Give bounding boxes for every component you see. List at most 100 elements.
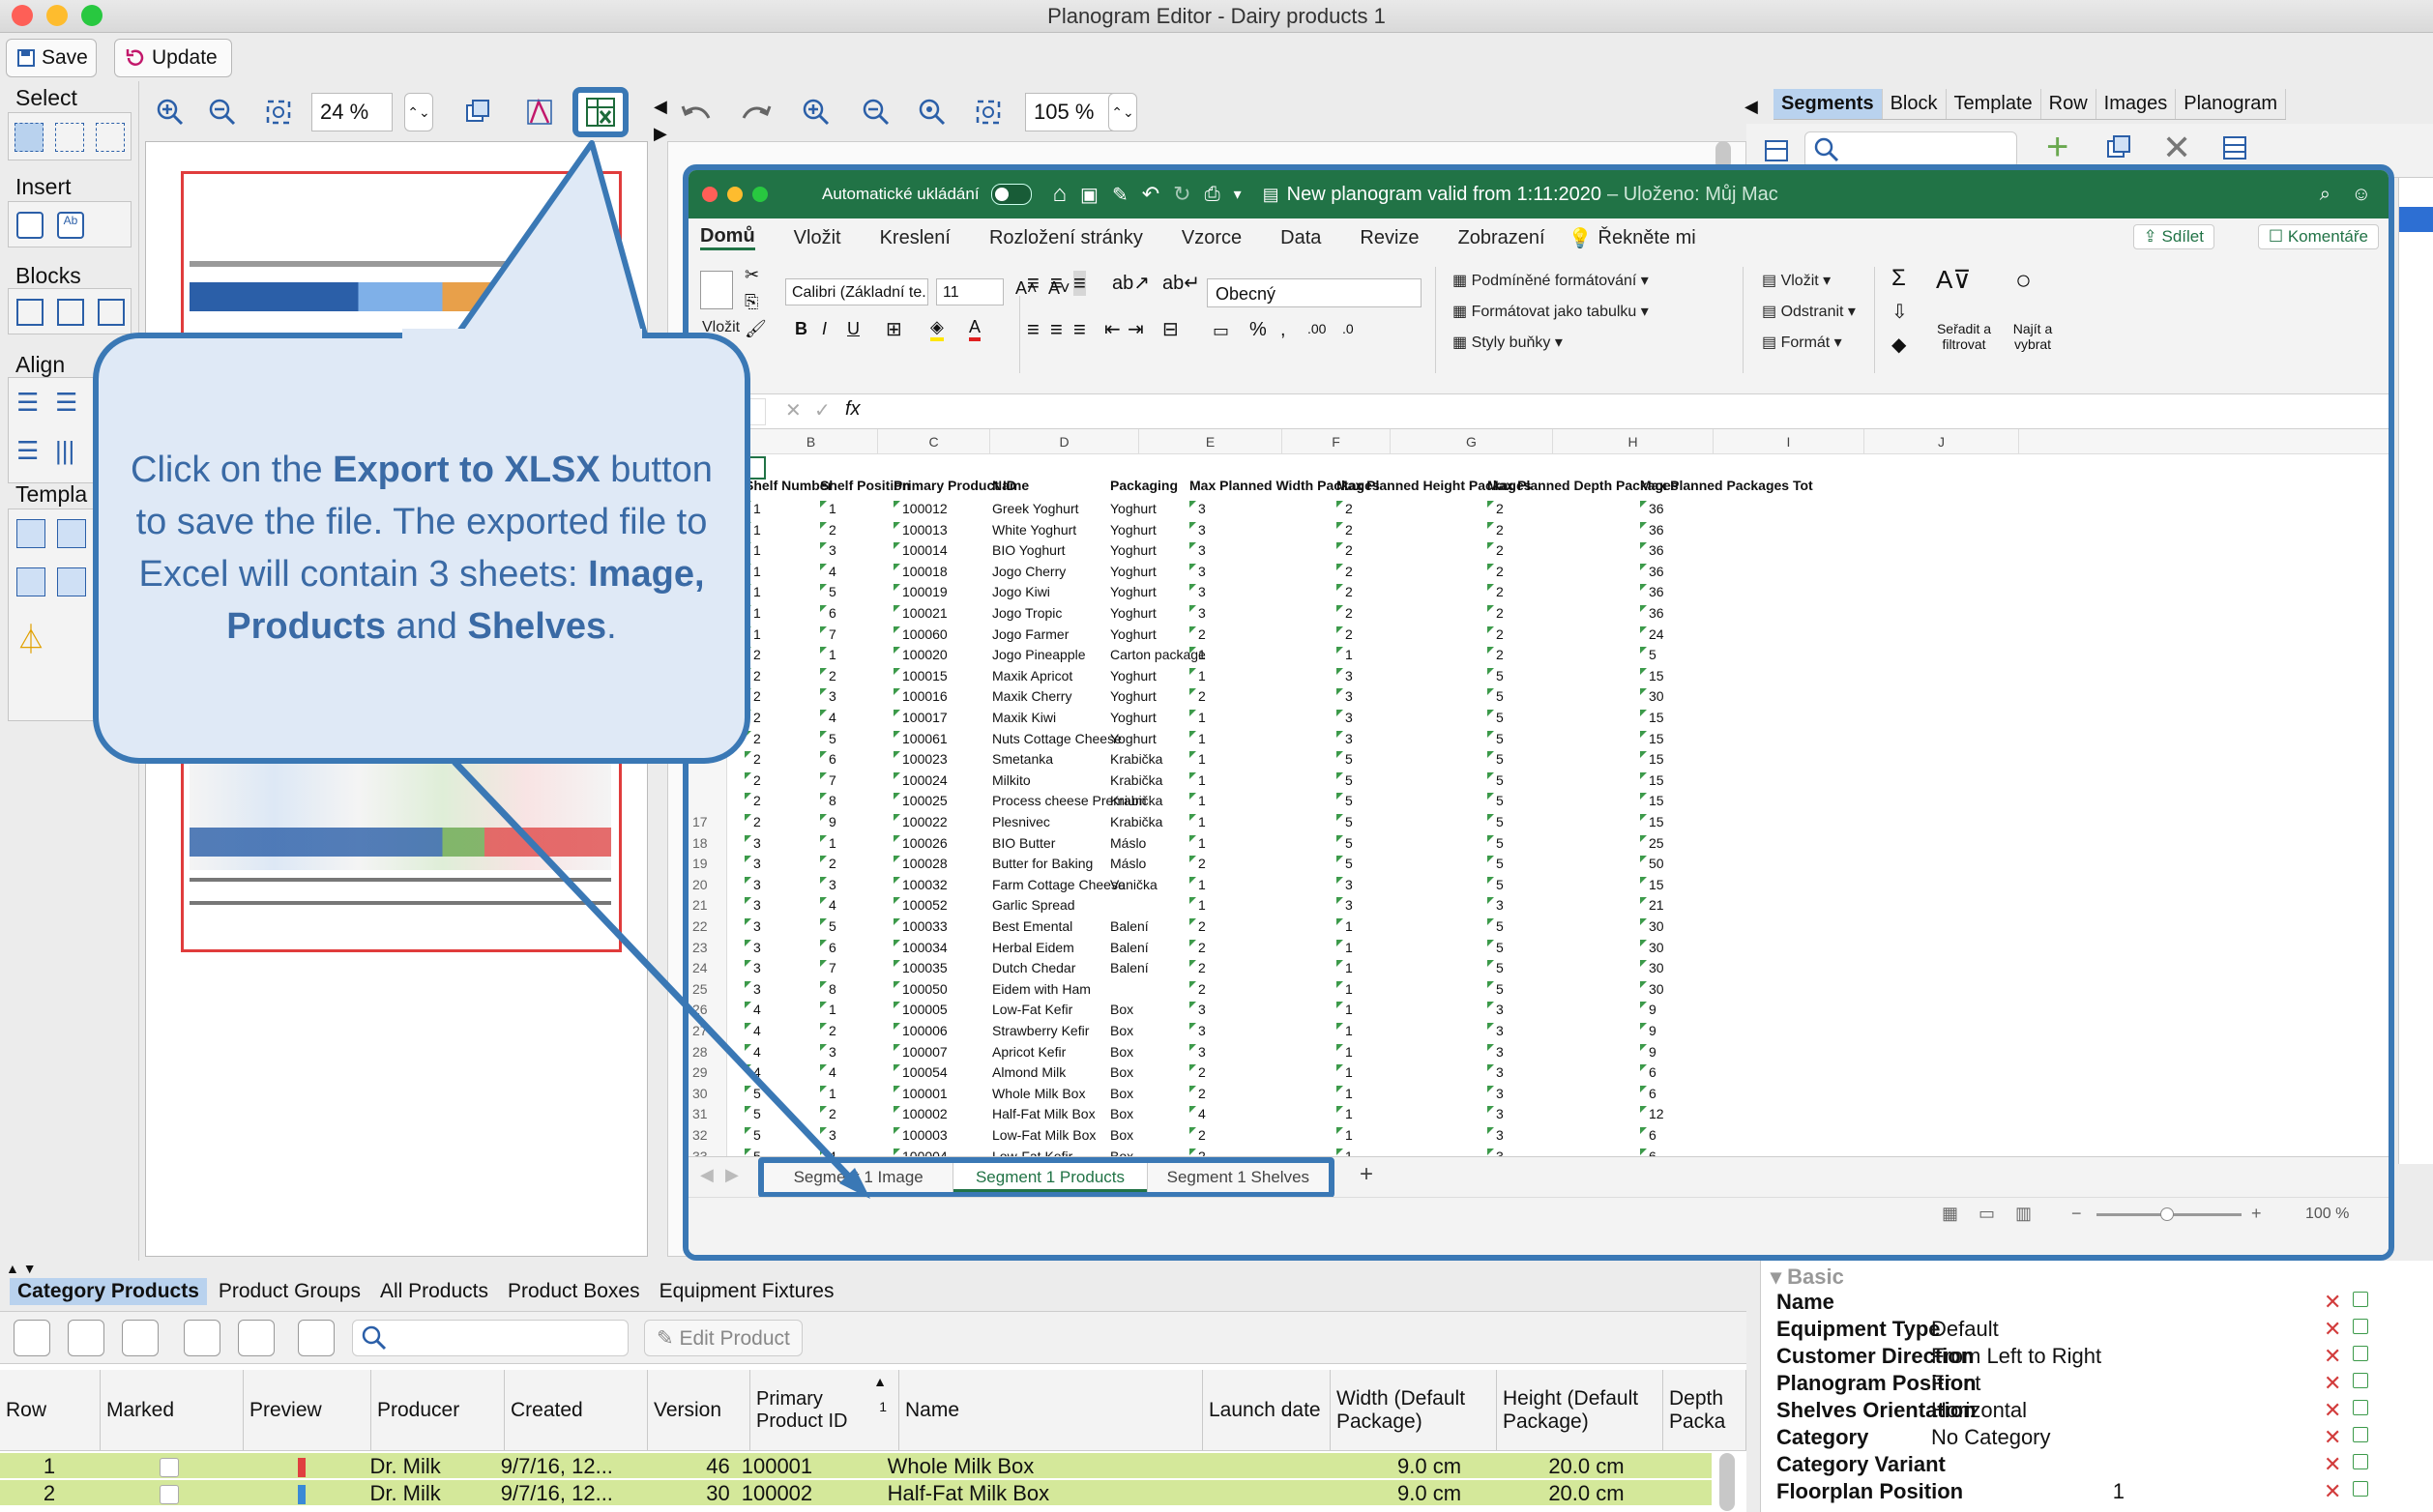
callout-joint <box>402 329 642 340</box>
callout-text: Click on the Export to XLSX button to sa… <box>99 444 745 653</box>
product-list-icon[interactable] <box>238 1320 275 1356</box>
col-preview[interactable]: Preview <box>244 1370 371 1450</box>
tab-product-boxes[interactable]: Product Boxes <box>500 1278 648 1305</box>
property-row[interactable]: Floorplan Position 1 ✕ <box>1761 1479 2433 1506</box>
property-key: Equipment Type <box>1776 1317 1941 1341</box>
property-value[interactable]: Default <box>1931 1317 2125 1342</box>
clear-property-icon[interactable]: ✕ <box>2324 1479 2341 1504</box>
col-launch-date[interactable]: Launch date <box>1203 1370 1331 1450</box>
table-cell-launch <box>1179 1480 1304 1505</box>
clear-property-icon[interactable]: ✕ <box>2324 1371 2341 1396</box>
table-cell-row: 1 <box>43 1454 56 1478</box>
table-cell-created: 9/7/16, 12... <box>500 1454 613 1478</box>
table-cell-ppid: 100001 <box>741 1454 813 1478</box>
sort-badge: 1 <box>879 1399 887 1414</box>
edit-property-icon[interactable] <box>2353 1481 2368 1497</box>
clear-property-icon[interactable]: ✕ <box>2324 1452 2341 1477</box>
product-image-icon[interactable] <box>184 1320 220 1356</box>
table-cell-producer: Dr. Milk <box>369 1454 441 1478</box>
sort-asc-icon: ▲ <box>873 1374 887 1389</box>
property-row[interactable]: Planogram Position Front ✕ <box>1761 1371 2433 1398</box>
clear-property-icon[interactable]: ✕ <box>2324 1290 2341 1315</box>
property-value[interactable]: Horizontal <box>1931 1398 2125 1423</box>
property-value[interactable]: Front <box>1931 1371 2125 1396</box>
table-cell-preview <box>239 1453 364 1478</box>
edit-property-icon[interactable] <box>2353 1373 2368 1388</box>
edit-product-button[interactable]: ✎ Edit Product <box>644 1320 803 1356</box>
property-key: Name <box>1776 1290 1834 1314</box>
table-row[interactable]: 2 Dr. Milk 9/7/16, 12... 30 100002 Half-Fat M… <box>0 1480 1712 1506</box>
mark-products-icon[interactable] <box>14 1320 50 1356</box>
property-row[interactable]: Category Variant ✕ <box>1761 1452 2433 1479</box>
product-info-icon[interactable] <box>122 1320 159 1356</box>
panel-resize-arrows[interactable]: ▲ ▼ <box>6 1261 37 1276</box>
col-created[interactable]: Created <box>505 1370 648 1450</box>
product-toolbar: ✎ Edit Product <box>0 1311 1746 1363</box>
col-row[interactable]: Row <box>0 1370 101 1450</box>
col-primary-product-id[interactable]: Primary Product ID 1 ▲ <box>750 1370 899 1450</box>
table-cell-height: 20.0 cm <box>1548 1481 1625 1505</box>
callout-part: . <box>606 606 617 647</box>
col-name[interactable]: Name <box>899 1370 1203 1450</box>
property-row[interactable]: Customer Direction From Left to Right ✕ <box>1761 1344 2433 1371</box>
col-version[interactable]: Version <box>648 1370 750 1450</box>
tab-category-products[interactable]: Category Products <box>10 1278 207 1305</box>
property-key: Category <box>1776 1425 1869 1449</box>
product-table-header: Row Marked Preview Producer Created Vers… <box>0 1370 1746 1451</box>
marked-checkbox[interactable] <box>159 1485 179 1505</box>
col-primary-product-id-label: Primary Product ID <box>756 1387 848 1432</box>
callout-shelves: Shelves <box>467 606 607 647</box>
table-cell-created: 9/7/16, 12... <box>500 1481 613 1505</box>
edit-property-icon[interactable] <box>2353 1454 2368 1469</box>
callout-export-xlsx: Export to XLSX <box>333 450 601 490</box>
edit-product-label: Edit Product <box>679 1327 790 1350</box>
edit-property-icon[interactable] <box>2353 1319 2368 1334</box>
property-row[interactable]: Category No Category ✕ <box>1761 1425 2433 1452</box>
property-value[interactable]: From Left to Right <box>1931 1344 2125 1369</box>
edit-property-icon[interactable] <box>2353 1292 2368 1307</box>
clear-property-icon[interactable]: ✕ <box>2324 1344 2341 1369</box>
table-cell-version: 30 <box>706 1481 730 1505</box>
table-scrollbar[interactable] <box>1719 1453 1735 1511</box>
table-cell-height: 20.0 cm <box>1548 1454 1625 1478</box>
col-depth[interactable]: Depth Packa <box>1663 1370 1746 1450</box>
clear-property-icon[interactable]: ✕ <box>2324 1425 2341 1450</box>
col-producer[interactable]: Producer <box>371 1370 505 1450</box>
edit-property-icon[interactable] <box>2353 1427 2368 1442</box>
product-search-input[interactable] <box>352 1320 629 1356</box>
product-delete-icon[interactable] <box>298 1320 335 1356</box>
product-preview-thumbnail <box>297 1458 306 1478</box>
table-cell-width: 9.0 cm <box>1397 1454 1462 1478</box>
edit-property-icon[interactable] <box>2353 1400 2368 1415</box>
table-cell-row: 2 <box>43 1481 56 1505</box>
property-value[interactable]: No Category <box>1931 1425 2125 1450</box>
clear-property-icon[interactable]: ✕ <box>2324 1317 2341 1342</box>
col-marked[interactable]: Marked <box>101 1370 244 1450</box>
clear-property-icon[interactable]: ✕ <box>2324 1398 2341 1423</box>
search-icon <box>361 1324 388 1352</box>
copy-product-icon[interactable] <box>68 1320 104 1356</box>
callout-part: and <box>385 606 468 647</box>
tab-product-groups[interactable]: Product Groups <box>211 1278 368 1305</box>
table-cell-preview <box>239 1480 364 1505</box>
table-cell-name: Whole Milk Box <box>887 1454 1035 1478</box>
properties-section-label: Basic <box>1787 1265 1844 1289</box>
marked-checkbox[interactable] <box>159 1458 179 1478</box>
table-row[interactable]: 1 Dr. Milk 9/7/16, 12... 46 100001 Whole Milk… <box>0 1453 1712 1479</box>
table-cell-marked <box>99 1453 239 1478</box>
product-preview-thumbnail <box>297 1485 306 1505</box>
col-height[interactable]: Height (Default Package) <box>1497 1370 1663 1450</box>
tab-all-products[interactable]: All Products <box>372 1278 496 1305</box>
property-row[interactable]: Name ✕ <box>1761 1290 2433 1317</box>
table-cell-marked <box>99 1480 239 1505</box>
tab-equipment-fixtures[interactable]: Equipment Fixtures <box>652 1278 842 1305</box>
table-cell-depth <box>1630 1453 1712 1478</box>
property-row[interactable]: Shelves Orientation Horizontal ✕ <box>1761 1398 2433 1425</box>
property-value[interactable]: 1 <box>1931 1479 2125 1504</box>
edit-property-icon[interactable] <box>2353 1346 2368 1361</box>
property-row[interactable]: Equipment Type Default ✕ <box>1761 1317 2433 1344</box>
callout-part: Click on the <box>131 450 334 490</box>
bottom-tabs: Category Products Product Groups All Pro… <box>10 1278 842 1305</box>
properties-section-basic[interactable]: ▾ Basic <box>1771 1265 1844 1290</box>
col-width[interactable]: Width (Default Package) <box>1331 1370 1497 1450</box>
